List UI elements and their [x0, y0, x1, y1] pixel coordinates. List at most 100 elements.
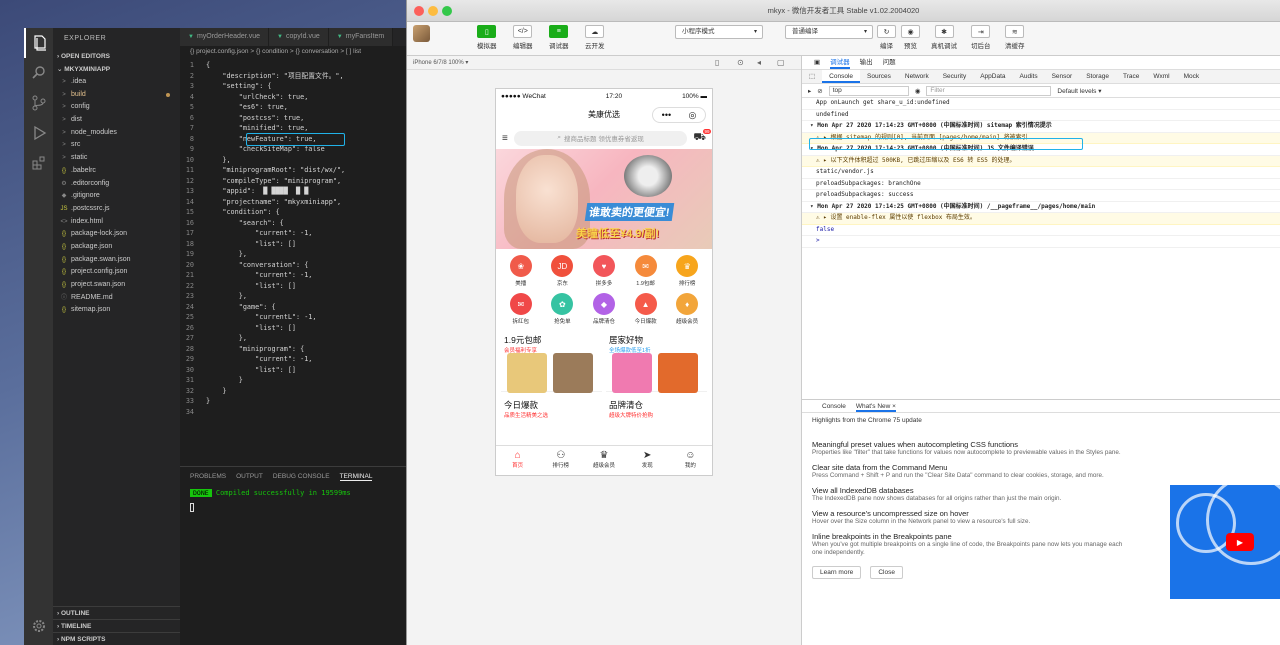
- panel-tab[interactable]: DEBUG CONSOLE: [273, 473, 330, 481]
- file-tree-item[interactable]: ⓘ README.md: [53, 292, 180, 305]
- cloud-dev-button[interactable]: ☁ 云开发: [585, 25, 605, 50]
- context-select[interactable]: top: [828, 85, 909, 96]
- video-thumbnail[interactable]: ▶: [1170, 485, 1280, 599]
- devtools-tab[interactable]: Console: [822, 70, 861, 83]
- category-item[interactable]: ✉ 拆红包: [500, 293, 542, 325]
- category-item[interactable]: ✉ 1.9包邮: [625, 255, 667, 287]
- category-item[interactable]: ♛ 排行榜: [666, 255, 708, 287]
- file-tree-item[interactable]: JS .postcssrc.js: [53, 203, 180, 216]
- timeline-section[interactable]: › TIMELINE: [53, 619, 180, 632]
- devtools-tab[interactable]: Wxml: [1146, 70, 1176, 83]
- file-tree-item[interactable]: > build: [53, 89, 180, 102]
- capsule-menu[interactable]: ••• ◎: [652, 107, 706, 123]
- devtools-tab[interactable]: Storage: [1079, 70, 1116, 83]
- extensions-icon[interactable]: [24, 148, 53, 178]
- file-tree-item[interactable]: {} .babelrc: [53, 165, 180, 178]
- levels-select[interactable]: Default levels ▾: [1057, 87, 1101, 95]
- debug-icon[interactable]: [24, 118, 53, 148]
- minimize-window-icon[interactable]: [428, 6, 438, 16]
- file-tree-item[interactable]: {} package-lock.json: [53, 228, 180, 241]
- terminal[interactable]: DONE Compiled successfully in 19599ms: [180, 487, 408, 516]
- background-button[interactable]: ⇥ 切后台: [971, 25, 991, 50]
- device-select[interactable]: iPhone 6/7/8 100% ▾: [413, 60, 468, 66]
- mode-select[interactable]: 小程序模式 ▾: [675, 25, 763, 39]
- source-control-icon[interactable]: [24, 88, 53, 118]
- filter-input[interactable]: Filter: [926, 85, 1052, 96]
- file-tree-item[interactable]: > .idea: [53, 76, 180, 89]
- tab-home[interactable]: ⌂ 首页: [496, 446, 539, 475]
- devtools-tab[interactable]: Trace: [1116, 70, 1146, 83]
- outline-section[interactable]: › OUTLINE: [53, 606, 180, 619]
- panel-tab[interactable]: OUTPUT: [236, 473, 263, 481]
- maximize-window-icon[interactable]: [442, 6, 452, 16]
- explorer-icon[interactable]: [24, 28, 53, 58]
- more-icon[interactable]: •••: [662, 108, 671, 122]
- tab-vip[interactable]: ♛ 超级会员: [582, 446, 625, 475]
- file-tree-item[interactable]: {} project.config.json: [53, 266, 180, 279]
- editor-tab[interactable]: ▼ myFansItem: [328, 28, 394, 46]
- toggle-panel-icon[interactable]: ▣: [814, 56, 820, 69]
- category-item[interactable]: ♦ 超级会员: [666, 293, 708, 325]
- category-item[interactable]: ✿ 抢免单: [542, 293, 584, 325]
- remote-debug-button[interactable]: ✱ 真机调试: [931, 25, 957, 50]
- category-item[interactable]: ◆ 品牌清仓: [583, 293, 625, 325]
- file-tree-item[interactable]: {} package.swan.json: [53, 254, 180, 267]
- close-mini-icon[interactable]: ◎: [688, 108, 696, 122]
- compile-select[interactable]: 普通编译 ▾: [785, 25, 873, 39]
- devtools-tab[interactable]: AppData: [973, 70, 1012, 83]
- file-tree-item[interactable]: ◆ .gitignore: [53, 190, 180, 203]
- editor-tab[interactable]: ▼ copyId.vue: [268, 28, 329, 46]
- devtools-tab[interactable]: Mock: [1177, 70, 1207, 83]
- file-tree-item[interactable]: > static: [53, 152, 180, 165]
- devtools-tab[interactable]: Security: [936, 70, 973, 83]
- drawer-tab-whats-new[interactable]: What's New ×: [855, 400, 896, 412]
- sidebar-toggle-icon[interactable]: ▸: [808, 87, 811, 95]
- editor-button[interactable]: </> 编辑器: [513, 25, 533, 50]
- cart-icon[interactable]: ⛟ 99: [693, 128, 711, 145]
- tab-problems[interactable]: 问题: [883, 56, 896, 69]
- file-tree-item[interactable]: > config: [53, 101, 180, 114]
- category-item[interactable]: JD 京东: [542, 255, 584, 287]
- file-tree-item[interactable]: > dist: [53, 114, 180, 127]
- clear-console-icon[interactable]: ⊘: [817, 87, 822, 95]
- tab-discover[interactable]: ➤ 发现: [626, 446, 669, 475]
- project-section[interactable]: ⌄ MKYXMINIAPP: [53, 63, 180, 76]
- devtools-tab[interactable]: Sources: [860, 70, 898, 83]
- drawer-tab-console[interactable]: Console: [822, 400, 846, 412]
- category-item[interactable]: ♥ 拼多多: [583, 255, 625, 287]
- npm-scripts-section[interactable]: › NPM SCRIPTS: [53, 632, 180, 645]
- simulator-button[interactable]: ▯ 模拟器: [477, 25, 497, 50]
- file-tree-item[interactable]: {} project.swan.json: [53, 279, 180, 292]
- promo-card[interactable]: 1.9元包邮 会员福利专享: [501, 331, 602, 393]
- tab-output[interactable]: 输出: [860, 56, 873, 69]
- preview-button[interactable]: ◉ 预览: [901, 25, 920, 50]
- devtools-tab[interactable]: Network: [898, 70, 936, 83]
- file-tree-item[interactable]: > src: [53, 139, 180, 152]
- compile-button[interactable]: ↻ 编译: [877, 25, 896, 50]
- inspect-icon[interactable]: ⬚: [802, 70, 822, 83]
- eye-icon[interactable]: ◉: [915, 87, 921, 95]
- fullscreen-icon[interactable]: ▢: [777, 56, 785, 70]
- close-window-icon[interactable]: [414, 6, 424, 16]
- volume-icon[interactable]: ◂: [757, 56, 761, 70]
- tab-mine[interactable]: ☺ 我的: [669, 446, 712, 475]
- clear-cache-button[interactable]: ≋ 清缓存: [1005, 25, 1025, 50]
- breadcrumb[interactable]: {} project.config.json > {} condition > …: [180, 46, 408, 58]
- settings-gear-icon[interactable]: [24, 611, 53, 641]
- editor-tab[interactable]: ▼ myOrderHeader.vue: [180, 28, 269, 46]
- panel-tab[interactable]: PROBLEMS: [190, 473, 226, 481]
- promo-card[interactable]: 居家好物 全场爆款低至1折: [606, 331, 707, 393]
- banner[interactable]: 谁敢卖的更便宜! 美瞳低至¥4.9/副!: [496, 149, 712, 249]
- debugger-button[interactable]: ≡ 调试器: [549, 25, 569, 50]
- record-icon[interactable]: ⊙: [737, 56, 744, 70]
- category-item[interactable]: ❀ 美播: [500, 255, 542, 287]
- file-tree-item[interactable]: {} sitemap.json: [53, 304, 180, 317]
- search-icon[interactable]: [24, 58, 53, 88]
- category-item[interactable]: ▲ 今日爆款: [625, 293, 667, 325]
- search-input[interactable]: ⌕ 搜商品标题 领优惠券省返现: [513, 130, 688, 146]
- file-tree-item[interactable]: {} package.json: [53, 241, 180, 254]
- code-area[interactable]: 1{2 "description": "项目配置文件。", 3 "setting"…: [180, 58, 408, 417]
- avatar[interactable]: [413, 25, 430, 42]
- devtools-tab[interactable]: Audits: [1013, 70, 1045, 83]
- tab-debugger[interactable]: 调试器: [830, 56, 850, 69]
